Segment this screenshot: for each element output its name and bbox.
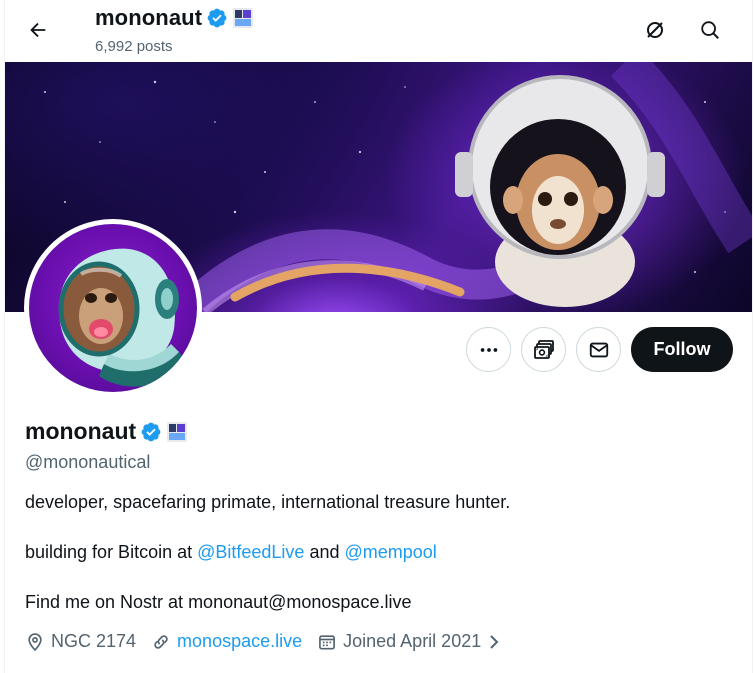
profile-handle: @mononautical bbox=[25, 452, 151, 472]
joined-item[interactable]: Joined April 2021 bbox=[317, 631, 501, 652]
affiliate-badge-icon bbox=[233, 8, 254, 28]
affiliate-badge-icon[interactable] bbox=[166, 421, 188, 443]
avatar-image bbox=[58, 248, 187, 387]
frame-border-right bbox=[752, 0, 753, 673]
verified-badge-icon[interactable] bbox=[140, 421, 162, 443]
avatar[interactable] bbox=[24, 219, 202, 397]
bio-line-1: developer, spacefaring primate, internat… bbox=[25, 492, 511, 512]
follow-button[interactable]: Follow bbox=[631, 327, 733, 372]
mempool-mention-link[interactable]: @mempool bbox=[345, 542, 437, 562]
bio-line-2-middle: and bbox=[304, 542, 345, 562]
location-pin-icon bbox=[28, 632, 42, 651]
refresh-button[interactable] bbox=[636, 11, 674, 49]
arrow-left-icon bbox=[30, 22, 46, 38]
link-icon bbox=[154, 634, 168, 649]
chevron-right-icon bbox=[490, 634, 499, 649]
verified-badge-icon bbox=[207, 8, 227, 28]
header-display-name: mononaut bbox=[95, 5, 203, 30]
bio-line-2-prefix: building for Bitcoin at bbox=[25, 542, 198, 562]
profile-header: mononaut 6,992 posts bbox=[5, 0, 752, 62]
subscribe-button[interactable] bbox=[521, 327, 566, 372]
money-icon bbox=[533, 339, 554, 359]
more-icon bbox=[480, 347, 497, 352]
avatar-image-wrapper bbox=[29, 224, 197, 392]
location-text: NGC 2174 bbox=[51, 631, 137, 651]
website-item: monospace.live bbox=[151, 631, 302, 652]
joined-text: Joined April 2021 bbox=[343, 631, 482, 651]
profile-display-name: mononaut bbox=[25, 418, 137, 444]
circle-slash-icon bbox=[647, 22, 663, 38]
more-button[interactable] bbox=[466, 327, 511, 372]
search-icon bbox=[701, 21, 719, 39]
website-link[interactable]: monospace.live bbox=[177, 631, 302, 652]
location-item: NGC 2174 bbox=[25, 631, 136, 652]
message-button[interactable] bbox=[576, 327, 621, 372]
bio-line-2: building for Bitcoin at @BitfeedLive and… bbox=[25, 542, 437, 563]
profile-name-row: mononaut bbox=[25, 418, 188, 445]
profile-meta-row: NGC 2174 monospace.live Joined April 202… bbox=[25, 631, 501, 652]
bio-line-3: Find me on Nostr at mononaut@monospace.l… bbox=[25, 592, 412, 612]
bitfeedlive-mention-link[interactable]: @BitfeedLive bbox=[197, 542, 304, 562]
header-title: mononaut bbox=[95, 5, 254, 31]
envelope-icon bbox=[589, 342, 608, 357]
calendar-icon bbox=[319, 634, 336, 649]
search-button[interactable] bbox=[691, 11, 729, 49]
back-button[interactable] bbox=[19, 11, 57, 49]
posts-count: 6,992 posts bbox=[95, 38, 173, 55]
